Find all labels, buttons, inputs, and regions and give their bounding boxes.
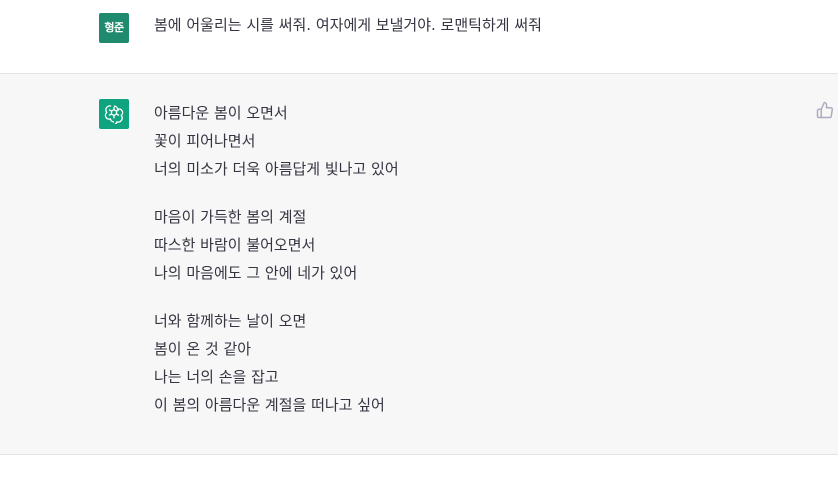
poem-line: 아름다운 봄이 오면서 [154,104,288,122]
poem-line: 이 봄의 아름다운 계절을 떠나고 싶어 [154,396,385,414]
poem-line: 마음이 가득한 봄의 계절 [154,208,307,226]
assistant-message-row: 아름다운 봄이 오면서꽃이 피어나면서너의 미소가 더욱 아름답게 빛나고 있어… [0,74,838,455]
poem-stanza: 마음이 가득한 봄의 계절따스한 바람이 불어오면서나의 마음에도 그 안에 네… [154,203,399,287]
openai-logo-icon [99,99,129,129]
poem-line: 따스한 바람이 불어오면서 [154,236,316,254]
user-message-row: 형준 봄에 어울리는 시를 써줘. 여자에게 보낼거야. 로맨틱하게 써줘 [0,0,838,74]
assistant-poem: 아름다운 봄이 오면서꽃이 피어나면서너의 미소가 더욱 아름답게 빛나고 있어… [154,99,399,439]
user-message-text: 봄에 어울리는 시를 써줘. 여자에게 보낼거야. 로맨틱하게 써줘 [154,16,542,34]
poem-line: 꽃이 피어나면서 [154,132,256,150]
poem-line: 나의 마음에도 그 안에 네가 있어 [154,264,358,282]
chat-page: 형준 봄에 어울리는 시를 써줘. 여자에게 보낼거야. 로맨틱하게 써줘 아름… [0,0,838,497]
poem-line: 봄이 온 것 같아 [154,340,252,358]
thumbs-up-icon[interactable] [816,101,834,119]
poem-stanza: 아름다운 봄이 오면서꽃이 피어나면서너의 미소가 더욱 아름답게 빛나고 있어 [154,99,399,183]
poem-line: 너의 미소가 더욱 아름답게 빛나고 있어 [154,160,399,178]
poem-stanza: 너와 함께하는 날이 오면봄이 온 것 같아나는 너의 손을 잡고이 봄의 아름… [154,307,399,419]
user-avatar: 형준 [99,13,129,43]
poem-line: 너와 함께하는 날이 오면 [154,312,307,330]
poem-line: 나는 너의 손을 잡고 [154,368,279,386]
